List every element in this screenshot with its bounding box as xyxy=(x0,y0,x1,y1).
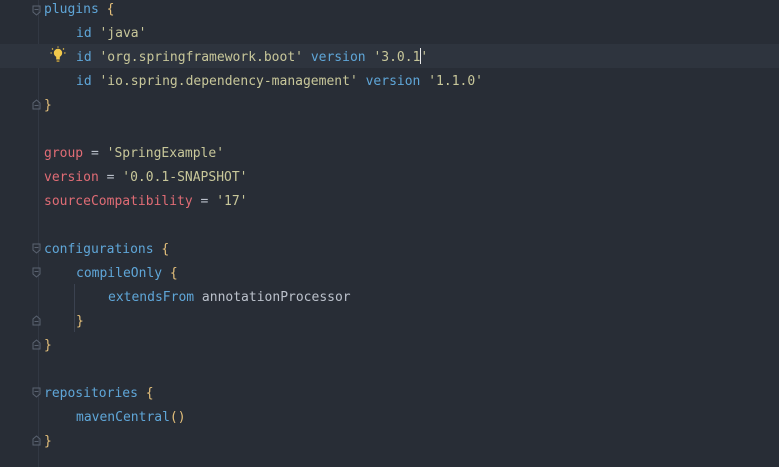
block-name: plugins xyxy=(44,2,99,17)
operator: = xyxy=(192,194,217,209)
lightbulb-icon[interactable] xyxy=(50,46,66,64)
code-line[interactable]: } xyxy=(76,310,84,334)
fold-marker-icon[interactable] xyxy=(32,339,41,350)
code-line[interactable]: sourceCompatibility = '17' xyxy=(44,190,248,214)
code-line[interactable]: } xyxy=(44,430,52,454)
fold-marker-icon[interactable] xyxy=(32,435,41,446)
string-literal: '17' xyxy=(216,194,248,209)
identifier: annotationProcessor xyxy=(201,290,351,305)
fold-marker-icon[interactable] xyxy=(32,243,41,254)
keyword: extendsFrom xyxy=(108,290,195,305)
keyword: version xyxy=(310,50,366,65)
operator: = xyxy=(83,146,107,161)
parentheses: () xyxy=(169,410,186,425)
brace: } xyxy=(44,338,52,353)
block-name: configurations xyxy=(44,242,154,257)
property-name: group xyxy=(44,146,84,161)
fold-marker-icon[interactable] xyxy=(32,5,41,16)
keyword: version xyxy=(365,74,421,89)
indent-guide xyxy=(74,284,75,332)
string-literal: 'org.springframework.boot' xyxy=(99,50,303,65)
code-editor[interactable]: plugins { id 'java' id 'org.springframew… xyxy=(0,0,779,467)
property-name: version xyxy=(44,170,99,185)
fold-marker-icon[interactable] xyxy=(32,99,41,110)
string-literal: 'java' xyxy=(99,26,147,41)
operator: = xyxy=(98,170,123,185)
code-line[interactable]: version = '0.0.1-SNAPSHOT' xyxy=(44,166,248,190)
code-line[interactable]: } xyxy=(44,94,52,118)
keyword: id xyxy=(76,26,92,41)
method-call: mavenCentral xyxy=(76,410,170,425)
string-literal: '3.0.1 xyxy=(373,50,421,65)
string-literal: 'SpringExample' xyxy=(106,146,225,161)
code-line[interactable]: configurations { xyxy=(44,238,169,262)
fold-marker-icon[interactable] xyxy=(32,387,41,398)
code-line[interactable]: plugins { xyxy=(44,0,114,22)
code-line[interactable]: mavenCentral() xyxy=(76,406,186,430)
brace: } xyxy=(44,98,52,113)
keyword: id xyxy=(76,74,92,89)
code-line[interactable]: id 'java' xyxy=(76,22,146,46)
block-name: compileOnly xyxy=(76,266,163,281)
code-line[interactable]: id 'io.spring.dependency-management' ver… xyxy=(76,70,483,94)
keyword: id xyxy=(76,50,92,65)
fold-marker-icon[interactable] xyxy=(32,267,41,278)
string-literal: ' xyxy=(420,50,429,65)
code-line[interactable]: compileOnly { xyxy=(76,262,178,286)
fold-marker-icon[interactable] xyxy=(32,315,41,326)
brace: { xyxy=(169,266,178,281)
brace: } xyxy=(44,434,52,449)
code-line[interactable]: repositories { xyxy=(44,382,154,406)
brace: } xyxy=(76,314,84,329)
brace: { xyxy=(161,242,170,257)
block-name: repositories xyxy=(44,386,138,401)
brace: { xyxy=(145,386,154,401)
brace: { xyxy=(106,2,115,17)
code-line[interactable]: group = 'SpringExample' xyxy=(44,142,224,166)
code-line[interactable]: } xyxy=(44,334,52,358)
string-literal: '1.1.0' xyxy=(428,74,484,89)
code-line[interactable]: id 'org.springframework.boot' version '3… xyxy=(76,46,428,70)
property-name: sourceCompatibility xyxy=(44,194,193,209)
string-literal: '0.0.1-SNAPSHOT' xyxy=(122,170,248,185)
string-literal: 'io.spring.dependency-management' xyxy=(99,74,358,89)
code-line[interactable]: extendsFrom annotationProcessor xyxy=(108,286,351,310)
